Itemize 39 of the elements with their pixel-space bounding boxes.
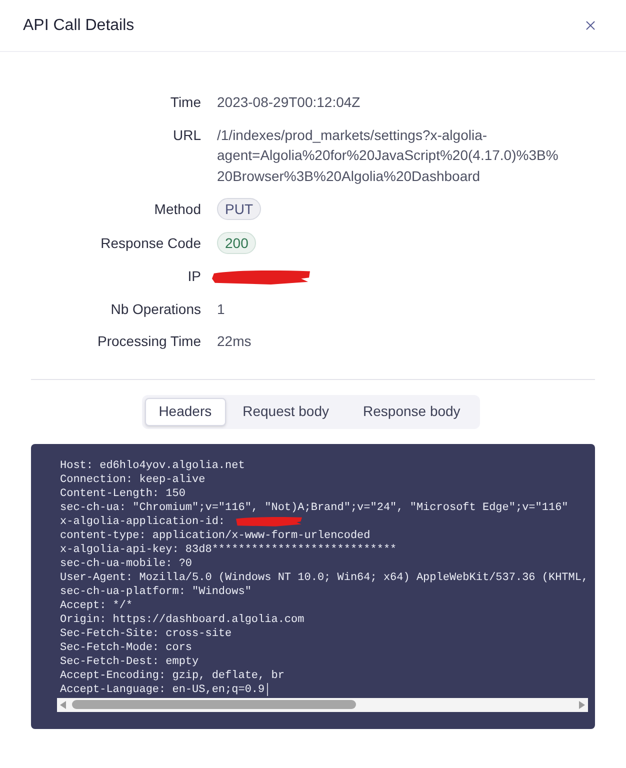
code-line: Host: ed6hlo4yov.algolia.net (60, 458, 245, 472)
tab[interactable]: Headers (144, 398, 226, 426)
field-label: Time (170, 93, 201, 112)
field-value: /1/indexes/prod_markets/settings?x-algolia-agent=Algolia%20for%20JavaScript%20(4.17.0)%3B%20Browser%3B%20Algolia%20Dashboard (217, 126, 560, 186)
code-line: Sec-Fetch-Mode: cors (60, 640, 192, 654)
status-badge: PUT (217, 198, 261, 220)
field-label: Response Code (100, 234, 201, 253)
code-line: content-type: application/x-www-form-urlencoded (60, 528, 370, 542)
code-line: Accept-Encoding: gzip, deflate, br (60, 668, 284, 682)
code-line: sec-ch-ua: "Chromium";v="116", "Not)A;Brand";v="24", "Microsoft Edge";v="116" (60, 500, 568, 514)
field-label: Processing Time (98, 332, 201, 351)
code-line: sec-ch-ua-platform: "Windows" (60, 584, 252, 598)
tab[interactable]: Response body (346, 398, 478, 426)
field-label: Nb Operations (110, 300, 201, 319)
scroll-left-arrow-icon[interactable] (60, 700, 66, 708)
tab[interactable]: Request body (226, 398, 346, 426)
code-line: x-algolia-application-id: (60, 514, 226, 528)
scroll-right-arrow-icon[interactable] (579, 700, 585, 708)
code-line: Connection: keep-alive (60, 472, 206, 486)
dialog-title: API Call Details (23, 16, 134, 36)
field-value: 2023-08-29T00:12:04Z (217, 93, 362, 112)
code-line: x-algolia-api-key: 83d8**************************** (60, 542, 397, 556)
scrollbar-thumb[interactable] (72, 700, 356, 709)
horizontal-scrollbar[interactable] (57, 698, 588, 712)
code-line: Content-Length: 150 (60, 486, 186, 500)
code-line: Accept: */* (60, 598, 133, 612)
status-badge: 200 (217, 232, 256, 254)
field-value: 22ms (217, 332, 252, 351)
field-value: 1 (217, 300, 226, 318)
code-line: Sec-Fetch-Site: cross-site (60, 626, 232, 640)
field-label: IP (188, 267, 201, 286)
code-line: User-Agent: Mozilla/5.0 (Windows NT 10.0; Win64; x64) AppleWebKit/537.36 (KHTML, (60, 570, 588, 584)
code-line: Sec-Fetch-Dest: empty (60, 654, 199, 668)
code-line: Origin: https://dashboard.algolia.com (60, 612, 304, 626)
field-label: URL (172, 126, 201, 144)
redaction-scribble-icon (212, 268, 310, 284)
code-line: sec-ch-ua-mobile: ?0 (60, 556, 192, 570)
code-line: Accept-Language: en-US,en;q=0.9 (60, 682, 265, 696)
field-label: Method (154, 200, 201, 219)
